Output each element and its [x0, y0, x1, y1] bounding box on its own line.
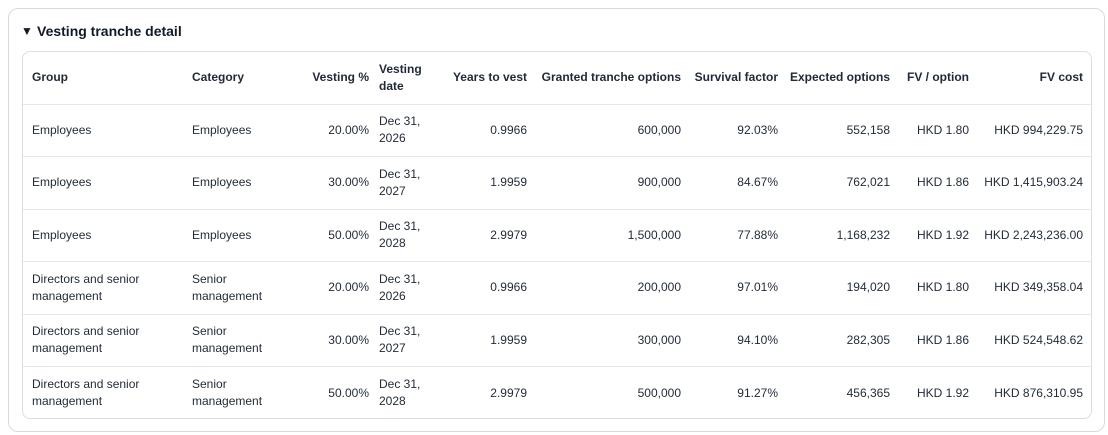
cell-vesting-date: Dec 31, 2028: [379, 209, 447, 262]
cell-years-to-vest: 1.9959: [447, 156, 537, 210]
col-header-survival: Survival factor: [691, 52, 788, 105]
col-header-expected: Expected options: [788, 52, 900, 105]
cell-group: Employees: [23, 156, 192, 210]
caret-down-icon: ▼: [21, 24, 33, 38]
vesting-tranche-panel: ▼ Vesting tranche detail Group Category: [8, 8, 1105, 432]
cell-category: Senior management: [192, 377, 263, 408]
table-row: Employees Employees 20.00% Dec 31, 2026 …: [23, 104, 1091, 157]
table-row: Directors and senior management Senior m…: [23, 314, 1091, 367]
cell-years-to-vest: 0.9966: [447, 104, 537, 157]
section-toggle[interactable]: ▼ Vesting tranche detail: [21, 21, 182, 41]
cell-vesting-date: Dec 31, 2027: [379, 314, 447, 367]
cell-years-to-vest: 2.9979: [490, 385, 527, 400]
table-row: Directors and senior management Senior m…: [23, 261, 1091, 315]
cell-group: Directors and senior management: [32, 377, 140, 408]
tranche-table-container: Group Category Vesting % Vesting date Ye…: [22, 51, 1092, 419]
cell-group: Directors and senior management: [23, 314, 192, 367]
cell-vesting-pct: 30.00%: [295, 314, 379, 367]
cell-survival: 91.27%: [737, 385, 778, 400]
table-header-row: Group Category Vesting % Vesting date Ye…: [23, 52, 1091, 105]
cell-group: Employees: [23, 104, 192, 157]
col-header-category: Category: [192, 52, 295, 105]
cell-vesting-pct: 50.00%: [295, 209, 379, 262]
cell-years-to-vest: 0.9966: [447, 261, 537, 315]
cell-vesting-pct: 30.00%: [295, 156, 379, 210]
cell-years-to-vest: 1.9959: [447, 314, 537, 367]
cell-group: Directors and senior management: [23, 261, 192, 315]
cell-survival: 77.88%: [691, 209, 788, 262]
cell-fv-cost: HKD 1,415,903.24: [979, 156, 1091, 210]
cell-vesting-date: Dec 31, 2026: [379, 261, 447, 315]
table-row: Employees Employees 50.00% Dec 31, 2028 …: [23, 209, 1091, 262]
cell-fv-cost: HKD 994,229.75: [979, 104, 1091, 157]
col-header-group: Group: [23, 52, 192, 105]
cell-group: Employees: [23, 209, 192, 262]
cell-granted: 600,000: [537, 104, 691, 157]
cell-category: Employees: [192, 104, 295, 157]
cell-granted: 500,000: [637, 385, 681, 400]
table-row: Employees Employees 30.00% Dec 31, 2027 …: [23, 156, 1091, 210]
cell-expected: 282,305: [788, 314, 900, 367]
section-title: Vesting tranche detail: [37, 23, 182, 39]
cell-fv-option: HKD 1.92: [916, 385, 969, 400]
cell-vesting-pct: 50.00%: [328, 385, 369, 400]
col-header-vesting-date: Vesting date: [379, 52, 447, 105]
col-header-granted: Granted tranche options: [537, 52, 691, 105]
cell-fv-cost: HKD 349,358.04: [979, 261, 1091, 315]
cell-fv-option: HKD 1.86: [900, 314, 979, 367]
cell-vesting-pct: 20.00%: [295, 104, 379, 157]
cell-survival: 94.10%: [691, 314, 788, 367]
cell-category: Senior management: [192, 261, 295, 315]
cell-granted: 900,000: [537, 156, 691, 210]
cell-granted: 200,000: [537, 261, 691, 315]
cell-expected: 1,168,232: [788, 209, 900, 262]
cell-expected: 194,020: [788, 261, 900, 315]
col-header-years-to-vest: Years to vest: [447, 52, 537, 105]
cell-survival: 97.01%: [691, 261, 788, 315]
tranche-table: Group Category Vesting % Vesting date Ye…: [23, 52, 1091, 419]
cell-category: Senior management: [192, 314, 295, 367]
cell-fv-option: HKD 1.86: [900, 156, 979, 210]
cell-vesting-date: Dec 31, 2028: [379, 377, 421, 408]
cell-fv-cost: HKD 524,548.62: [979, 314, 1091, 367]
cell-expected: 456,365: [846, 385, 890, 400]
table-row: Directors and senior management Senior m…: [23, 367, 1091, 419]
cell-vesting-date: Dec 31, 2026: [379, 104, 447, 157]
col-header-vesting-pct: Vesting %: [295, 52, 379, 105]
cell-granted: 300,000: [537, 314, 691, 367]
cell-fv-cost: HKD 876,310.95: [994, 385, 1083, 400]
cell-vesting-date: Dec 31, 2027: [379, 156, 447, 210]
cell-fv-option: HKD 1.80: [900, 104, 979, 157]
cell-fv-cost: HKD 2,243,236.00: [979, 209, 1091, 262]
col-header-fv-cost: FV cost: [979, 52, 1091, 105]
cell-expected: 552,158: [788, 104, 900, 157]
cell-category: Employees: [192, 156, 295, 210]
cell-vesting-pct: 20.00%: [295, 261, 379, 315]
cell-fv-option: HKD 1.92: [900, 209, 979, 262]
cell-expected: 762,021: [788, 156, 900, 210]
cell-survival: 92.03%: [691, 104, 788, 157]
cell-category: Employees: [192, 209, 295, 262]
col-header-fv-option: FV / option: [900, 52, 979, 105]
cell-years-to-vest: 2.9979: [447, 209, 537, 262]
cell-survival: 84.67%: [691, 156, 788, 210]
cell-fv-option: HKD 1.80: [900, 261, 979, 315]
cell-granted: 1,500,000: [537, 209, 691, 262]
